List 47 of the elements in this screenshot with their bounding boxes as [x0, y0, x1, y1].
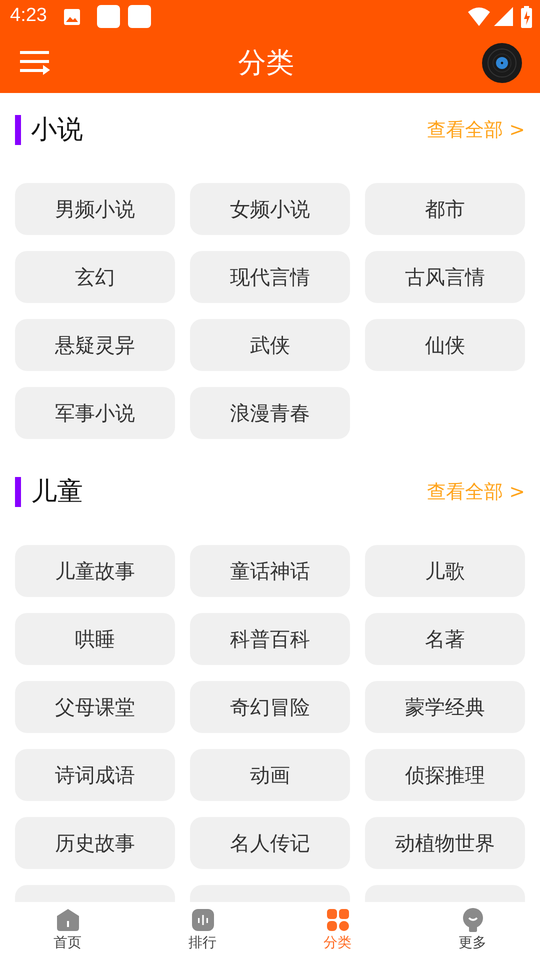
chart-icon[interactable] — [190, 908, 214, 932]
category-chip[interactable]: 历史故事 — [15, 817, 175, 869]
home-icon[interactable] — [56, 908, 80, 932]
category-chip[interactable]: 悬疑灵异 — [15, 319, 175, 371]
category-chip[interactable]: 男频小说 — [15, 183, 175, 235]
category-chip[interactable]: 奇幻冒险 — [190, 681, 350, 733]
category-chip[interactable]: 仙侠 — [365, 319, 525, 371]
signal-icon — [494, 7, 513, 26]
category-chip[interactable]: 侦探推理 — [365, 749, 525, 801]
category-chip[interactable]: 浪漫青春 — [190, 387, 350, 439]
grid-icon[interactable] — [326, 908, 350, 932]
page-title: 分类 — [238, 45, 294, 81]
status-time: 4:23 — [10, 4, 47, 28]
category-chip[interactable]: 名著 — [365, 613, 525, 665]
category-chip[interactable]: 哄睡 — [15, 613, 175, 665]
category-chip[interactable]: 现代言情 — [190, 251, 350, 303]
category-chip[interactable]: 玄幻 — [15, 251, 175, 303]
category-chip[interactable]: 古风言情 — [365, 251, 525, 303]
notification-icon — [96, 5, 120, 28]
section-title: 小说 — [31, 114, 83, 146]
image-icon — [62, 8, 81, 26]
category-chip[interactable]: 女频小说 — [190, 183, 350, 235]
bulb-icon[interactable] — [460, 908, 484, 932]
vinyl-record-icon[interactable] — [482, 43, 522, 83]
section-accent-bar — [15, 115, 21, 145]
section-accent-bar — [15, 477, 21, 507]
section-title: 儿童 — [31, 476, 83, 508]
category-chip[interactable]: 动画 — [190, 749, 350, 801]
category-chip[interactable]: 动植物世界 — [365, 817, 525, 869]
tab-label[interactable]: 首页 — [54, 933, 82, 954]
category-chip[interactable]: 都市 — [365, 183, 525, 235]
battery-icon — [521, 6, 532, 28]
category-chip[interactable]: 蒙学经典 — [365, 681, 525, 733]
wifi-icon — [468, 7, 490, 26]
tab-label[interactable]: 更多 — [458, 933, 486, 954]
category-chip[interactable]: 名人传记 — [190, 817, 350, 869]
tab-label[interactable]: 排行 — [188, 933, 216, 954]
category-chip[interactable]: 童话神话 — [190, 545, 350, 597]
category-chip[interactable]: 父母课堂 — [15, 681, 175, 733]
category-chip[interactable]: 诗词成语 — [15, 749, 175, 801]
category-chip[interactable]: 儿童故事 — [15, 545, 175, 597]
category-chip[interactable]: 儿歌 — [365, 545, 525, 597]
category-chip[interactable]: 科普百科 — [190, 613, 350, 665]
category-chip[interactable]: 武侠 — [190, 319, 350, 371]
menu-icon[interactable] — [20, 50, 50, 76]
notification-icon — [128, 5, 151, 28]
category-chip[interactable]: 军事小说 — [15, 387, 175, 439]
